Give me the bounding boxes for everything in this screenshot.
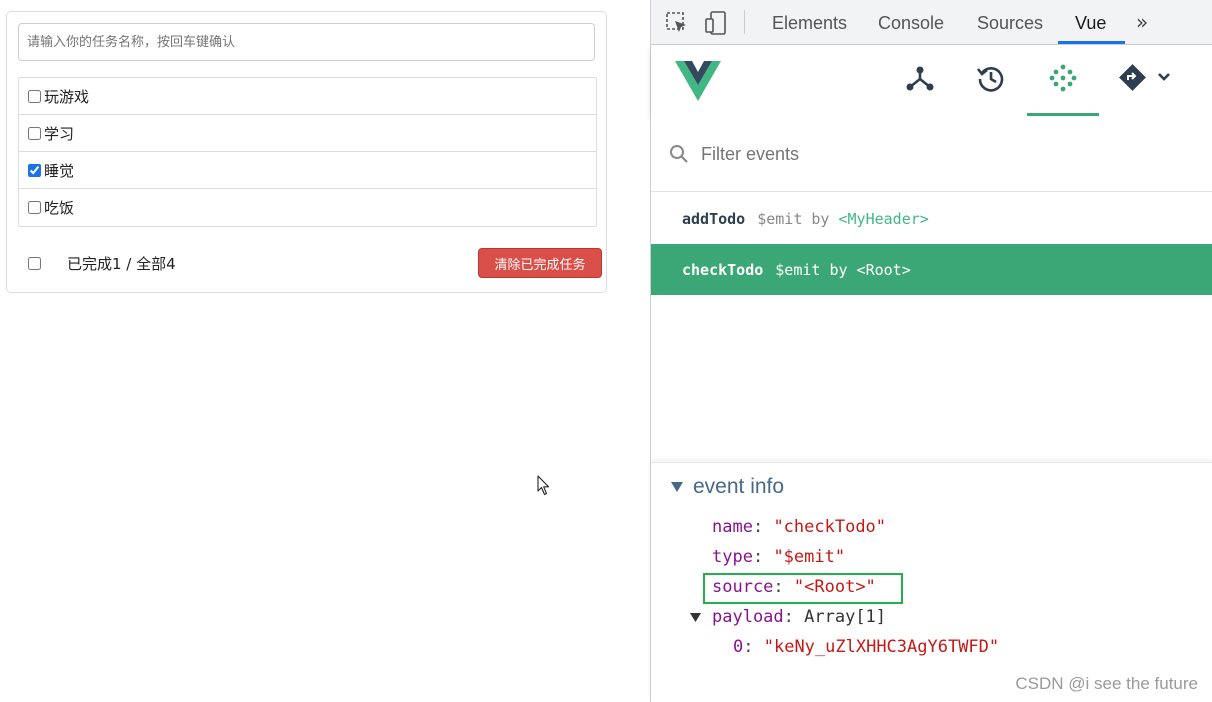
- tab-sources[interactable]: Sources: [977, 0, 1043, 45]
- todo-item[interactable]: 吃饭: [19, 189, 596, 226]
- tab-console[interactable]: Console: [878, 0, 944, 45]
- more-tabs-button[interactable]: »: [1136, 0, 1148, 45]
- components-icon[interactable]: [905, 63, 935, 93]
- tab-elements[interactable]: Elements: [772, 0, 847, 45]
- vue-toolbar: [651, 45, 1212, 117]
- todo-list: 玩游戏 学习 睡觉 吃饭: [18, 77, 597, 227]
- prop-payload-item: 0: "keNy_uZlXHHC3AgY6TWFD": [733, 637, 1000, 657]
- todo-label: 睡觉: [44, 161, 75, 180]
- caret-down-icon[interactable]: [671, 482, 683, 492]
- todo-checkbox[interactable]: [28, 201, 41, 214]
- todo-app-pane: 玩游戏 学习 睡觉 吃饭 已完成1 / 全部4 清除已完成任务: [0, 0, 650, 702]
- prop-name: name: "checkTodo": [712, 517, 887, 537]
- select-all-checkbox[interactable]: [28, 256, 41, 270]
- todo-label: 学习: [44, 124, 75, 143]
- tab-vue[interactable]: Vue: [1075, 0, 1106, 45]
- event-row[interactable]: addTodo $emit by <MyHeader>: [651, 193, 1212, 244]
- event-meta: $emit by: [757, 209, 830, 228]
- event-name: checkTodo: [682, 260, 764, 279]
- completion-count: 已完成1 / 全部4: [67, 254, 176, 273]
- event-row-selected[interactable]: checkTodo $emit by <Root>: [651, 244, 1212, 295]
- prop-source: source: "<Root>": [712, 577, 876, 597]
- todo-checkbox[interactable]: [28, 89, 41, 103]
- todo-label: 玩游戏: [44, 87, 90, 106]
- todo-card: 玩游戏 学习 睡觉 吃饭 已完成1 / 全部4 清除已完成任务: [6, 11, 607, 293]
- watermark: CSDN @i see the future: [1015, 674, 1198, 693]
- todo-label: 吃饭: [44, 199, 75, 217]
- filter-events-input[interactable]: [701, 139, 1181, 169]
- vue-logo-icon: [675, 61, 721, 101]
- events-icon[interactable]: [1048, 63, 1078, 93]
- event-info-pane: event info name: "checkTodo" type: "$emi…: [651, 462, 1212, 702]
- toolbar-separator: [744, 10, 745, 34]
- devtools-panel: Elements Console Sources Vue » Filter ev…: [650, 0, 1212, 702]
- active-tool-indicator: [1027, 113, 1099, 116]
- event-list: addTodo $emit by <MyHeader> checkTodo $e…: [651, 193, 1212, 295]
- device-toggle-icon[interactable]: [705, 11, 729, 35]
- event-name: addTodo: [682, 209, 746, 228]
- prop-type: type: "$emit": [712, 547, 846, 567]
- clear-completed-button[interactable]: 清除已完成任务: [478, 248, 602, 278]
- search-icon: [670, 145, 688, 163]
- inspect-element-icon[interactable]: [665, 11, 689, 35]
- filter-bar: [651, 117, 1212, 192]
- devtools-tab-bar: Elements Console Sources Vue »: [651, 0, 1212, 45]
- event-meta: $emit by: [775, 260, 848, 279]
- prop-payload[interactable]: payload: Array[1]: [712, 607, 886, 627]
- todo-checkbox[interactable]: [28, 126, 41, 140]
- mouse-cursor-icon: [537, 475, 550, 496]
- todo-item[interactable]: 睡觉: [19, 152, 596, 189]
- todo-item[interactable]: 学习: [19, 115, 596, 152]
- history-icon[interactable]: [976, 63, 1006, 93]
- todo-footer: 已完成1 / 全部4 清除已完成任务: [18, 248, 602, 278]
- todo-checkbox[interactable]: [28, 163, 41, 177]
- task-name-input[interactable]: [18, 23, 595, 61]
- payload-caret-down-icon[interactable]: [690, 613, 701, 622]
- event-component: <Root>: [856, 260, 911, 279]
- router-icon[interactable]: [1118, 63, 1172, 93]
- event-info-title: event info: [693, 475, 785, 498]
- todo-item[interactable]: 玩游戏: [19, 78, 596, 115]
- event-info-header[interactable]: event info: [671, 475, 784, 499]
- active-tab-indicator: [1058, 41, 1125, 44]
- event-component: <MyHeader>: [838, 209, 929, 228]
